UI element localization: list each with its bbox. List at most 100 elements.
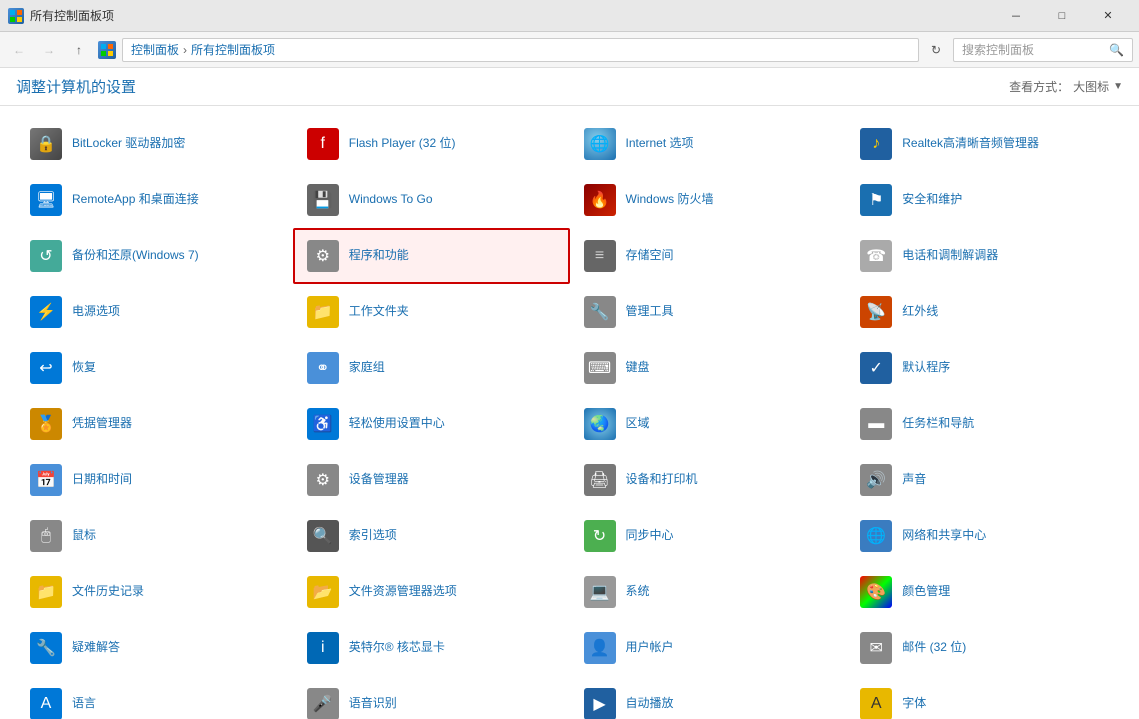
list-item-flash[interactable]: fFlash Player (32 位) [293,116,570,172]
workfolder-label: 工作文件夹 [349,304,409,320]
list-item-mouse[interactable]: 🖱鼠标 [16,508,293,564]
back-button[interactable]: ← [6,37,32,63]
programs-icon: ⚙ [305,238,341,274]
datetime-icon: 📅 [28,462,64,498]
list-item-fileexplorer[interactable]: 📂 文件资源管理器选项 [293,564,570,620]
list-item-font[interactable]: A字体 [846,676,1123,719]
list-item-intel[interactable]: i英特尔® 核芯显卡 [293,620,570,676]
list-item-power[interactable]: ⚡ 电源选项 [16,284,293,340]
recovery-label: 恢复 [72,360,96,376]
list-item-filehistory[interactable]: 📁文件历史记录 [16,564,293,620]
list-item-trouble[interactable]: 🔧疑难解答 [16,620,293,676]
list-item-credentials[interactable]: 🏅凭据管理器 [16,396,293,452]
search-box[interactable]: 搜索控制面板 🔍 [953,38,1133,62]
list-item-manage[interactable]: 🔧管理工具 [570,284,847,340]
list-item-speech[interactable]: 🎤语音识别 [293,676,570,719]
default-icon: ✓ [858,350,894,386]
manage-label: 管理工具 [626,304,674,320]
credentials-label: 凭据管理器 [72,416,132,432]
view-current[interactable]: 大图标 [1073,78,1109,95]
list-item-keyboard[interactable]: ⌨键盘 [570,340,847,396]
mouse-label: 鼠标 [72,528,96,544]
homegroup-icon: ⚭ [305,350,341,386]
trouble-label: 疑难解答 [72,640,120,656]
list-item-sound[interactable]: 🔊声音 [846,452,1123,508]
list-item-default[interactable]: ✓ 默认程序 [846,340,1123,396]
window-title: 所有控制面板项 [30,7,114,24]
index-icon: 🔍 [305,518,341,554]
list-item-security[interactable]: ⚑安全和维护 [846,172,1123,228]
filehistory-icon: 📁 [28,574,64,610]
list-item-language[interactable]: A语言 [16,676,293,719]
taskbar-label: 任务栏和导航 [902,416,974,432]
list-item-datetime[interactable]: 📅日期和时间 [16,452,293,508]
fileexplorer-label: 文件资源管理器选项 [349,584,457,600]
color-icon: 🎨 [858,574,894,610]
list-item-recovery[interactable]: ↩恢复 [16,340,293,396]
autoplay-icon: ▶ [582,686,618,719]
view-dropdown-icon[interactable]: ▼ [1113,81,1123,92]
speech-icon: 🎤 [305,686,341,719]
internet-icon: 🌐 [582,126,618,162]
maximize-button[interactable]: □ [1039,0,1085,32]
windowstogo-label: Windows To Go [349,192,433,208]
list-item-device[interactable]: ⚙设备管理器 [293,452,570,508]
list-item-bitlocker[interactable]: 🔒BitLocker 驱动器加密 [16,116,293,172]
remoteapp-label: RemoteApp 和桌面连接 [72,192,199,208]
list-item-network[interactable]: 🌐网络和共享中心 [846,508,1123,564]
list-item-sync[interactable]: ↻同步中心 [570,508,847,564]
location-icon [98,41,116,59]
list-item-programs[interactable]: ⚙程序和功能 [293,228,570,284]
autoplay-label: 自动播放 [626,696,674,712]
power-icon: ⚡ [28,294,64,330]
toolbar: 调整计算机的设置 查看方式： 大图标 ▼ [0,68,1139,106]
list-item-devices[interactable]: 🖨设备和打印机 [570,452,847,508]
flash-label: Flash Player (32 位) [349,136,456,152]
list-item-windowstogo[interactable]: 💾Windows To Go [293,172,570,228]
color-label: 颜色管理 [902,584,950,600]
list-item-phone[interactable]: ☎电话和调制解调器 [846,228,1123,284]
sound-icon: 🔊 [858,462,894,498]
realtek-icon: ♪ [858,126,894,162]
address-bar[interactable]: 控制面板 › 所有控制面板项 [122,38,919,62]
list-item-ease[interactable]: ♿ 轻松使用设置中心 [293,396,570,452]
up-button[interactable]: ↑ [66,37,92,63]
list-item-autoplay[interactable]: ▶ 自动播放 [570,676,847,719]
list-item-infrared[interactable]: 📡红外线 [846,284,1123,340]
list-item-homegroup[interactable]: ⚭ 家庭组 [293,340,570,396]
list-item-user[interactable]: 👤用户帐户 [570,620,847,676]
list-item-workfolder[interactable]: 📁工作文件夹 [293,284,570,340]
default-label: 默认程序 [902,360,950,376]
list-item-realtek[interactable]: ♪Realtek高清晰音频管理器 [846,116,1123,172]
list-item-index[interactable]: 🔍索引选项 [293,508,570,564]
address-part2[interactable]: 所有控制面板项 [191,41,275,58]
list-item-system[interactable]: 💻系统 [570,564,847,620]
page-title: 调整计算机的设置 [16,76,136,97]
ease-label: 轻松使用设置中心 [349,416,445,432]
homegroup-label: 家庭组 [349,360,385,376]
addressbar: ← → ↑ 控制面板 › 所有控制面板项 ↻ 搜索控制面板 🔍 [0,32,1139,68]
close-button[interactable]: ✕ [1085,0,1131,32]
list-item-mail[interactable]: ✉邮件 (32 位) [846,620,1123,676]
list-item-region[interactable]: 🌏区域 [570,396,847,452]
network-label: 网络和共享中心 [902,528,986,544]
list-item-color[interactable]: 🎨 颜色管理 [846,564,1123,620]
ease-icon: ♿ [305,406,341,442]
list-item-taskbar[interactable]: ▬任务栏和导航 [846,396,1123,452]
list-item-remoteapp[interactable]: 🖥 RemoteApp 和桌面连接 [16,172,293,228]
keyboard-icon: ⌨ [582,350,618,386]
backup-label: 备份和还原(Windows 7) [72,248,199,264]
fileexplorer-icon: 📂 [305,574,341,610]
remoteapp-icon: 🖥 [28,182,64,218]
list-item-storage[interactable]: ≡存储空间 [570,228,847,284]
forward-button[interactable]: → [36,37,62,63]
list-item-windowsfirewall[interactable]: 🔥Windows 防火墙 [570,172,847,228]
search-icon: 🔍 [1109,43,1124,57]
power-label: 电源选项 [72,304,120,320]
font-label: 字体 [902,696,926,712]
list-item-backup[interactable]: ↺备份和还原(Windows 7) [16,228,293,284]
address-part1[interactable]: 控制面板 [131,41,179,58]
refresh-button[interactable]: ↻ [923,37,949,63]
list-item-internet[interactable]: 🌐Internet 选项 [570,116,847,172]
minimize-button[interactable]: － [993,0,1039,32]
